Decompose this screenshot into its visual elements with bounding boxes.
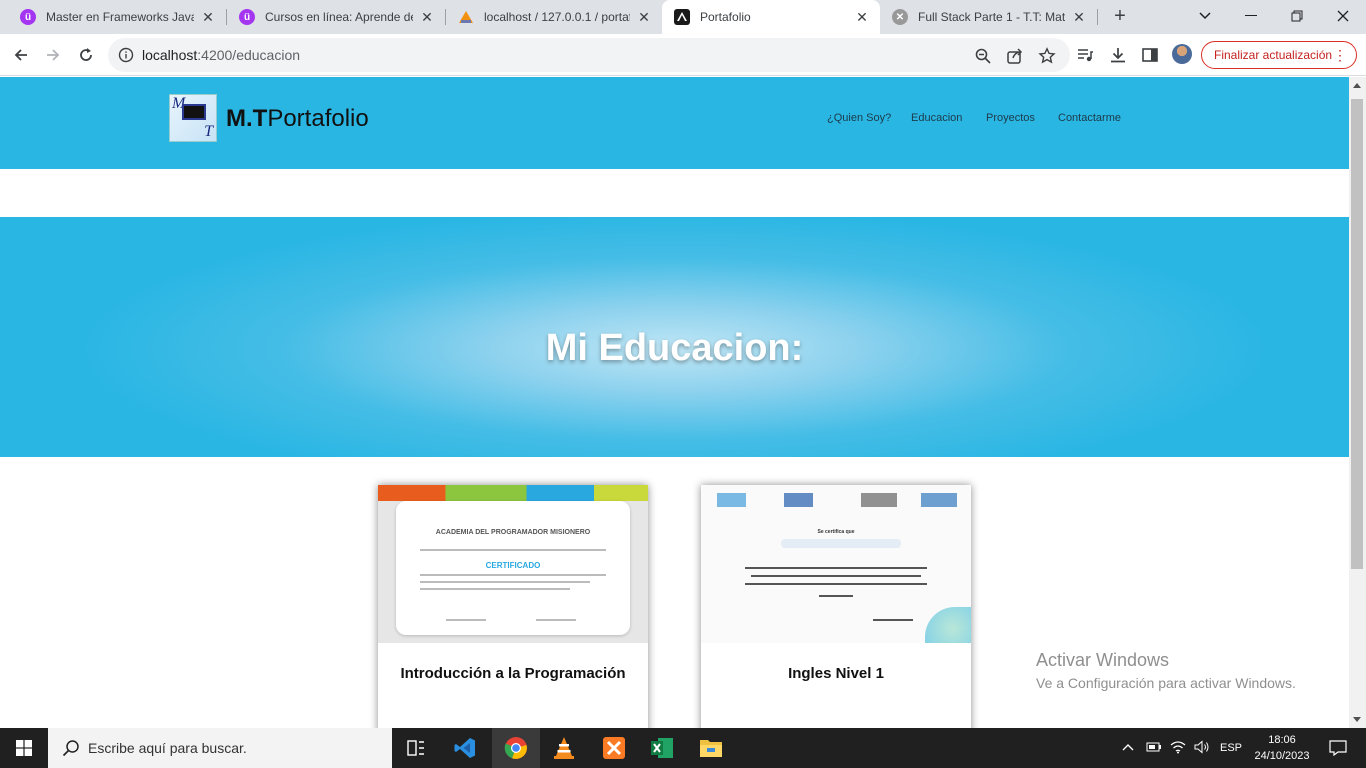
address-bar[interactable]: localhost:4200/educacion [108, 38, 1070, 72]
task-view-icon[interactable] [392, 728, 440, 768]
reload-button[interactable] [73, 42, 99, 68]
back-button[interactable] [8, 42, 34, 68]
url-path: :4200/educacion [197, 47, 301, 63]
system-tray: ESP [1122, 728, 1242, 768]
page-viewport: M T M.TPortafolio ¿Quien Soy? Educacion … [0, 77, 1349, 728]
page-scrollbar[interactable] [1349, 77, 1366, 728]
tab-phpmyadmin[interactable]: localhost / 127.0.0.1 / portaf ✕ [446, 0, 662, 34]
tab-portafolio[interactable]: Portafolio ✕ [662, 0, 880, 34]
forward-button[interactable] [40, 42, 66, 68]
card-title: Ingles Nivel 1 [788, 665, 884, 682]
certificate-image: ACADEMIA DEL PROGRAMADOR MISIONERO CERTI… [378, 485, 648, 643]
nav-link-educacion[interactable]: Educacion [911, 112, 962, 124]
vlc-icon[interactable] [540, 728, 588, 768]
search-placeholder: Escribe aquí para buscar. [88, 740, 247, 756]
clock-date: 24/10/2023 [1254, 750, 1310, 762]
url-text: localhost:4200/educacion [142, 47, 300, 63]
close-window-button[interactable] [1320, 0, 1366, 32]
media-control-icon[interactable] [1076, 46, 1094, 64]
brand-bold: M.T [226, 105, 268, 132]
tab-title: Cursos en línea: Aprende de [265, 10, 413, 24]
windows-taskbar: Escribe aquí para buscar. ESP 18:06 24/1… [0, 728, 1366, 768]
close-tab-icon[interactable]: ✕ [1071, 9, 1087, 26]
angular-icon [674, 9, 690, 25]
volume-icon[interactable] [1194, 739, 1210, 757]
certificate-heading: Se certifica que [817, 529, 855, 535]
moodle-icon: ✕ [892, 9, 908, 25]
show-hidden-icons-chevron-icon[interactable] [1122, 742, 1136, 754]
tab-title: Portafolio [700, 10, 751, 24]
profile-avatar[interactable] [1172, 44, 1192, 64]
brand-rest: Portafolio [267, 105, 369, 132]
scroll-up-arrow-icon[interactable] [1353, 83, 1361, 88]
share-icon[interactable] [1006, 47, 1024, 65]
tab-full-stack[interactable]: ✕ Full Stack Parte 1 - T.T: Mate ✕ [880, 0, 1097, 34]
xampp-icon[interactable] [590, 728, 638, 768]
site-navbar: M T M.TPortafolio ¿Quien Soy? Educacion … [0, 77, 1349, 169]
side-panel-icon[interactable] [1141, 46, 1159, 64]
update-label: Finalizar actualización [1214, 48, 1333, 62]
taskbar-clock[interactable]: 18:06 24/10/2023 [1250, 732, 1314, 764]
close-tab-icon[interactable]: ✕ [200, 9, 216, 26]
browser-tab-strip: ü Master en Frameworks JavaS ✕ ü Cursos … [0, 0, 1366, 34]
chrome-icon[interactable] [492, 728, 540, 768]
site-logo[interactable]: M T [169, 94, 217, 142]
site-info-icon[interactable] [118, 47, 134, 63]
certificate-image: Se certifica que [701, 485, 971, 643]
watermark-title: Activar Windows [1036, 650, 1170, 670]
new-tab-button[interactable]: + [1108, 5, 1132, 29]
notifications-icon[interactable] [1318, 728, 1358, 768]
tab-title: Full Stack Parte 1 - T.T: Mate [918, 10, 1065, 24]
kebab-menu-icon[interactable]: ⋮ [1333, 48, 1347, 62]
hero-banner: Mi Educacion: [0, 217, 1349, 457]
watermark-subtitle: Ve a Configuración para activar Windows. [1036, 675, 1296, 691]
input-language-indicator[interactable]: ESP [1220, 742, 1242, 754]
page-title: Mi Educacion: [545, 327, 804, 369]
nav-link-quien-soy[interactable]: ¿Quien Soy? [827, 112, 891, 124]
search-icon [62, 739, 80, 760]
start-button[interactable] [0, 728, 48, 768]
browser-toolbar: localhost:4200/educacion Finalizar actua… [0, 34, 1366, 76]
certificate-label: CERTIFICADO [485, 561, 541, 570]
phpmyadmin-icon [458, 9, 474, 25]
certificate-heading: ACADEMIA DEL PROGRAMADOR MISIONERO [435, 529, 591, 536]
scrollbar-thumb[interactable] [1351, 99, 1363, 569]
tab-search-chevron-icon[interactable] [1182, 0, 1228, 32]
card-title: Introducción a la Programación [400, 665, 626, 682]
taskbar-search-box[interactable]: Escribe aquí para buscar. [48, 728, 392, 768]
zoom-icon[interactable] [974, 47, 992, 65]
restore-button[interactable] [1274, 0, 1320, 32]
nav-link-proyectos[interactable]: Proyectos [986, 112, 1035, 124]
nav-spacer [0, 169, 1349, 217]
file-explorer-icon[interactable] [687, 728, 735, 768]
udemy-icon: ü [239, 9, 255, 25]
computer-icon [182, 104, 206, 120]
battery-icon[interactable] [1146, 742, 1162, 755]
minimize-button[interactable] [1228, 0, 1274, 32]
tab-master-frameworks[interactable]: ü Master en Frameworks JavaS ✕ [8, 0, 226, 34]
vscode-icon[interactable] [441, 728, 489, 768]
education-card[interactable]: Se certifica que Ingles Nivel 1 [701, 485, 971, 728]
tab-title: localhost / 127.0.0.1 / portaf [484, 10, 630, 24]
education-card[interactable]: ACADEMIA DEL PROGRAMADOR MISIONERO CERTI… [378, 485, 648, 728]
excel-icon[interactable] [638, 728, 686, 768]
clock-time: 18:06 [1268, 734, 1296, 746]
site-brand[interactable]: M.TPortafolio [226, 105, 369, 133]
downloads-icon[interactable] [1109, 46, 1127, 64]
tab-title: Master en Frameworks JavaS [46, 10, 194, 24]
wifi-icon[interactable] [1170, 740, 1186, 757]
udemy-icon: ü [20, 9, 36, 25]
close-tab-icon[interactable]: ✕ [419, 9, 435, 26]
nav-link-contactarme[interactable]: Contactarme [1058, 112, 1121, 124]
finish-update-button[interactable]: Finalizar actualización ⋮ [1201, 41, 1357, 69]
tab-cursos-en-linea[interactable]: ü Cursos en línea: Aprende de ✕ [227, 0, 445, 34]
activate-windows-watermark: Activar Windows Ve a Configuración para … [1036, 650, 1296, 691]
url-host: localhost [142, 47, 198, 63]
close-tab-icon[interactable]: ✕ [636, 9, 652, 26]
logo-letter-t: T [204, 123, 213, 140]
bookmark-star-icon[interactable] [1038, 47, 1056, 65]
scroll-down-arrow-icon[interactable] [1353, 717, 1361, 722]
close-tab-icon[interactable]: ✕ [854, 9, 870, 26]
windows-logo-icon [16, 740, 32, 756]
